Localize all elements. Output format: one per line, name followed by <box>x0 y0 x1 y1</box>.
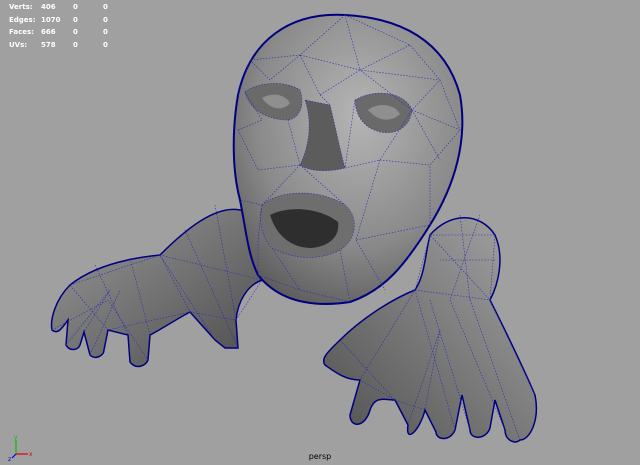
poly-count-hud: Verts: 406 0 0 Edges: 1070 0 0 Faces: 66… <box>9 1 123 51</box>
hud-label: Edges: <box>9 15 36 24</box>
hud-value: 666 <box>41 28 56 36</box>
camera-name-label: persp <box>308 452 332 461</box>
hud-row-edges: Edges: 1070 0 0 <box>9 14 123 27</box>
hud-value: 0 <box>103 40 108 49</box>
hud-label: Faces: <box>9 28 34 36</box>
hud-row-verts: Verts: 406 0 0 <box>9 1 123 14</box>
hud-value: 578 <box>41 40 56 49</box>
hud-value: 0 <box>73 40 78 49</box>
perspective-viewport[interactable]: Verts: 406 0 0 Edges: 1070 0 0 Faces: 66… <box>0 0 640 465</box>
hud-value: 0 <box>103 28 108 36</box>
hud-row-uvs: UVs: 578 0 0 <box>9 39 123 52</box>
hud-value: 0 <box>73 28 78 36</box>
hud-value: 0 <box>103 15 108 24</box>
hud-value: 0 <box>73 15 78 24</box>
hud-value: 1070 <box>41 15 61 24</box>
axis-y-label: y <box>14 434 18 441</box>
hud-value: 0 <box>73 3 78 11</box>
hud-row-faces: Faces: 666 0 0 <box>9 26 123 39</box>
hud-value: 406 <box>41 3 56 11</box>
left-hand-mesh[interactable] <box>50 204 263 368</box>
hud-label: Verts: <box>9 3 33 11</box>
hud-label: UVs: <box>9 40 28 49</box>
character-mesh[interactable] <box>0 0 640 465</box>
hud-value: 0 <box>103 3 108 11</box>
